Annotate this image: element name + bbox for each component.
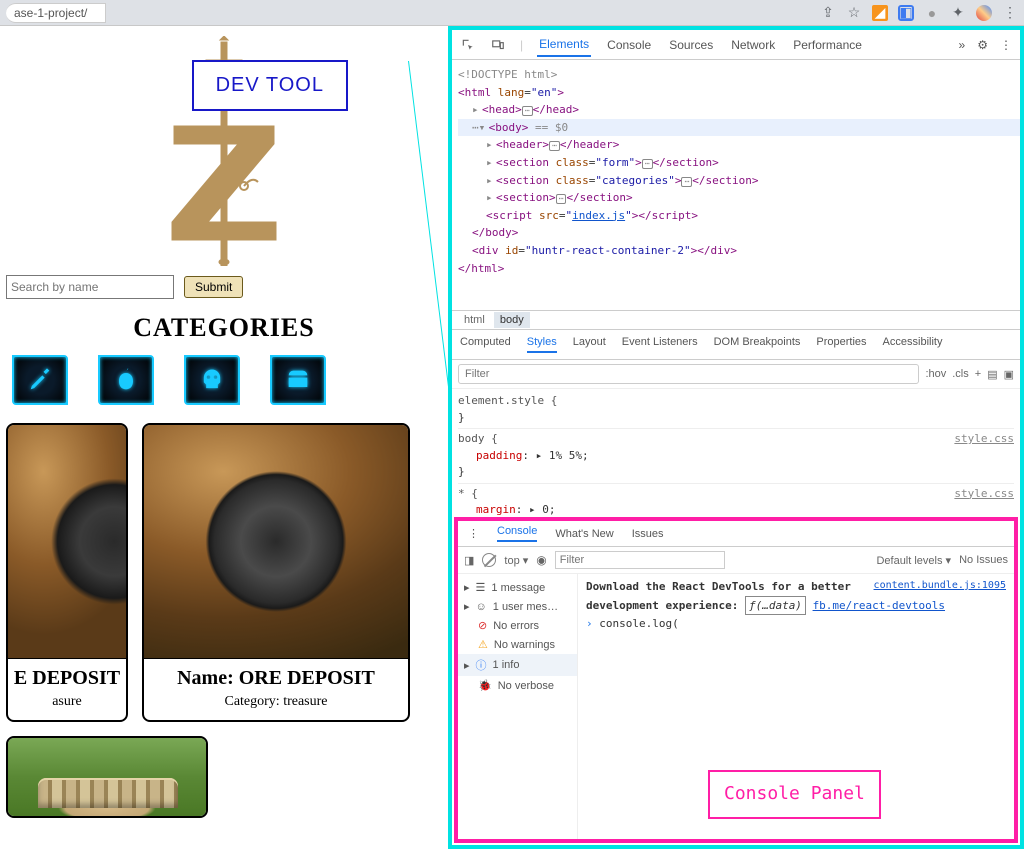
item-category: Category: treasure xyxy=(144,694,408,710)
search-input[interactable] xyxy=(6,275,174,299)
category-monsters-button[interactable] xyxy=(184,355,240,405)
sidebar-warnings[interactable]: ⚠No warnings xyxy=(458,635,577,654)
devtools-tabbar: | Elements Console Sources Network Perfo… xyxy=(452,30,1020,60)
item-card[interactable]: Name: ORE DEPOSIT Category: treasure xyxy=(142,423,410,722)
browser-toolbar: ase-1-project/ ⇪ ☆ ◢ ◧ ● ✦ ⋮ xyxy=(0,0,1024,26)
styles-pane[interactable]: element.style { } style.css body { paddi… xyxy=(452,389,1020,515)
new-rule-button[interactable]: + xyxy=(975,368,981,380)
clear-console-icon[interactable] xyxy=(482,553,496,567)
live-expression-icon[interactable] xyxy=(536,553,546,567)
styles-toolbar: :hov .cls + ▤ ▣ xyxy=(452,360,1020,389)
source-link[interactable]: style.css xyxy=(954,486,1014,503)
item-image xyxy=(8,425,126,659)
categories-heading: CATEGORIES xyxy=(6,313,442,343)
context-selector[interactable]: top ▾ xyxy=(504,554,528,567)
inspect-element-icon[interactable] xyxy=(460,37,476,53)
styles-filter-input[interactable] xyxy=(458,364,919,384)
extension-gray-icon[interactable]: ● xyxy=(924,5,940,21)
crumb-html[interactable]: html xyxy=(458,312,491,328)
console-output[interactable]: content.bundle.js:1095 Download the Reac… xyxy=(578,574,1014,839)
sidebar-toggle-icon[interactable]: ◨ xyxy=(464,554,474,567)
item-image xyxy=(8,738,206,816)
tab-dom-breakpoints[interactable]: DOM Breakpoints xyxy=(714,336,801,353)
rule-star: * { xyxy=(458,486,1014,503)
sidebar-verbose[interactable]: 🐞No verbose xyxy=(458,676,577,695)
rule-body: body { xyxy=(458,431,1014,448)
item-category: asure xyxy=(8,694,126,710)
levels-selector[interactable]: Default levels ▾ xyxy=(876,554,951,567)
tab-drawer-whatsnew[interactable]: What's New xyxy=(555,528,613,540)
chest-icon xyxy=(284,366,312,394)
tab-styles[interactable]: Styles xyxy=(527,336,557,353)
styles-tabbar: Computed Styles Layout Event Listeners D… xyxy=(452,329,1020,360)
sidebar-user[interactable]: ▸☺1 user mes… xyxy=(458,597,577,616)
tab-event-listeners[interactable]: Event Listeners xyxy=(622,336,698,353)
tab-drawer-console[interactable]: Console xyxy=(497,525,537,542)
item-card[interactable] xyxy=(6,736,208,818)
expand-panel-icon[interactable]: ▣ xyxy=(1004,368,1014,381)
rendered-page: DEV TOOL Submit CATEGORIES xyxy=(0,26,448,849)
more-tabs-icon[interactable]: » xyxy=(959,38,966,52)
sidebar-messages[interactable]: ▸☰1 message xyxy=(458,578,577,597)
kebab-menu-icon[interactable]: ⋮ xyxy=(1000,38,1012,52)
device-toolbar-icon[interactable] xyxy=(490,37,506,53)
url-fragment: ase-1-project/ xyxy=(6,3,106,23)
category-treasure-button[interactable] xyxy=(270,355,326,405)
submit-button[interactable]: Submit xyxy=(184,276,243,298)
tab-drawer-issues[interactable]: Issues xyxy=(632,528,664,540)
breadcrumb[interactable]: html body xyxy=(452,310,1020,329)
devtools-link[interactable]: fb.me/react-devtools xyxy=(813,599,945,612)
console-input[interactable]: console.log( xyxy=(599,617,678,630)
elements-dom-tree[interactable]: <!DOCTYPE html> <html lang="en"> ▸<head>… xyxy=(452,60,1020,310)
share-icon[interactable]: ⇪ xyxy=(820,5,836,21)
annotation-devtool-label: DEV TOOL xyxy=(192,60,348,111)
sidebar-info[interactable]: ▸ⓘ1 info xyxy=(458,654,577,676)
console-drawer: ⋮ Console What's New Issues ◨ top ▾ Defa… xyxy=(454,517,1018,843)
message-source-link[interactable]: content.bundle.js:1095 xyxy=(874,578,1006,594)
category-weapons-button[interactable] xyxy=(12,355,68,405)
console-toolbar: ◨ top ▾ Default levels ▾ No Issues xyxy=(458,547,1014,574)
tab-performance[interactable]: Performance xyxy=(791,34,864,56)
tab-sources[interactable]: Sources xyxy=(667,34,715,56)
tab-elements[interactable]: Elements xyxy=(537,33,591,57)
category-icon-row xyxy=(6,355,442,405)
tab-network[interactable]: Network xyxy=(729,34,777,56)
computed-panel-icon[interactable]: ▤ xyxy=(987,368,997,381)
extension-orange-icon[interactable]: ◢ xyxy=(872,5,888,21)
tab-computed[interactable]: Computed xyxy=(460,336,511,353)
star-icon[interactable]: ☆ xyxy=(846,5,862,21)
extension-blue-icon[interactable]: ◧ xyxy=(898,5,914,21)
annotation-console-label: Console Panel xyxy=(708,770,881,819)
settings-gear-icon[interactable]: ⚙ xyxy=(977,38,988,52)
item-name: Name: ORE DEPOSIT xyxy=(144,667,408,690)
kebab-menu-icon[interactable]: ⋮ xyxy=(1002,5,1018,21)
tab-console[interactable]: Console xyxy=(605,34,653,56)
devtools-panel: | Elements Console Sources Network Perfo… xyxy=(448,26,1024,849)
issues-indicator[interactable]: No Issues xyxy=(959,554,1008,566)
item-card[interactable]: E DEPOSIT asure xyxy=(6,423,128,722)
console-filter-input[interactable] xyxy=(555,551,725,569)
tab-layout[interactable]: Layout xyxy=(573,336,606,353)
puzzle-icon[interactable]: ✦ xyxy=(950,5,966,21)
sidebar-errors[interactable]: ⊘No errors xyxy=(458,616,577,635)
hov-button[interactable]: :hov xyxy=(925,368,946,380)
sword-icon xyxy=(26,366,54,394)
cls-button[interactable]: .cls xyxy=(952,368,969,380)
browser-extensions: ⇪ ☆ ◢ ◧ ● ✦ ⋮ xyxy=(820,5,1018,21)
console-sidebar: ▸☰1 message ▸☺1 user mes… ⊘No errors ⚠No… xyxy=(458,574,578,839)
tab-properties[interactable]: Properties xyxy=(816,336,866,353)
avatar-icon[interactable] xyxy=(976,5,992,21)
rule-element-style: element.style { xyxy=(458,393,1014,410)
tab-accessibility[interactable]: Accessibility xyxy=(883,336,943,353)
drawer-menu-icon[interactable]: ⋮ xyxy=(468,527,479,540)
apple-icon xyxy=(112,366,140,394)
category-food-button[interactable] xyxy=(98,355,154,405)
item-image xyxy=(144,425,408,659)
console-tabbar: ⋮ Console What's New Issues xyxy=(458,521,1014,547)
source-link[interactable]: style.css xyxy=(954,431,1014,448)
crumb-body[interactable]: body xyxy=(494,312,530,328)
skull-icon xyxy=(198,366,226,394)
item-name: E DEPOSIT xyxy=(8,667,126,690)
